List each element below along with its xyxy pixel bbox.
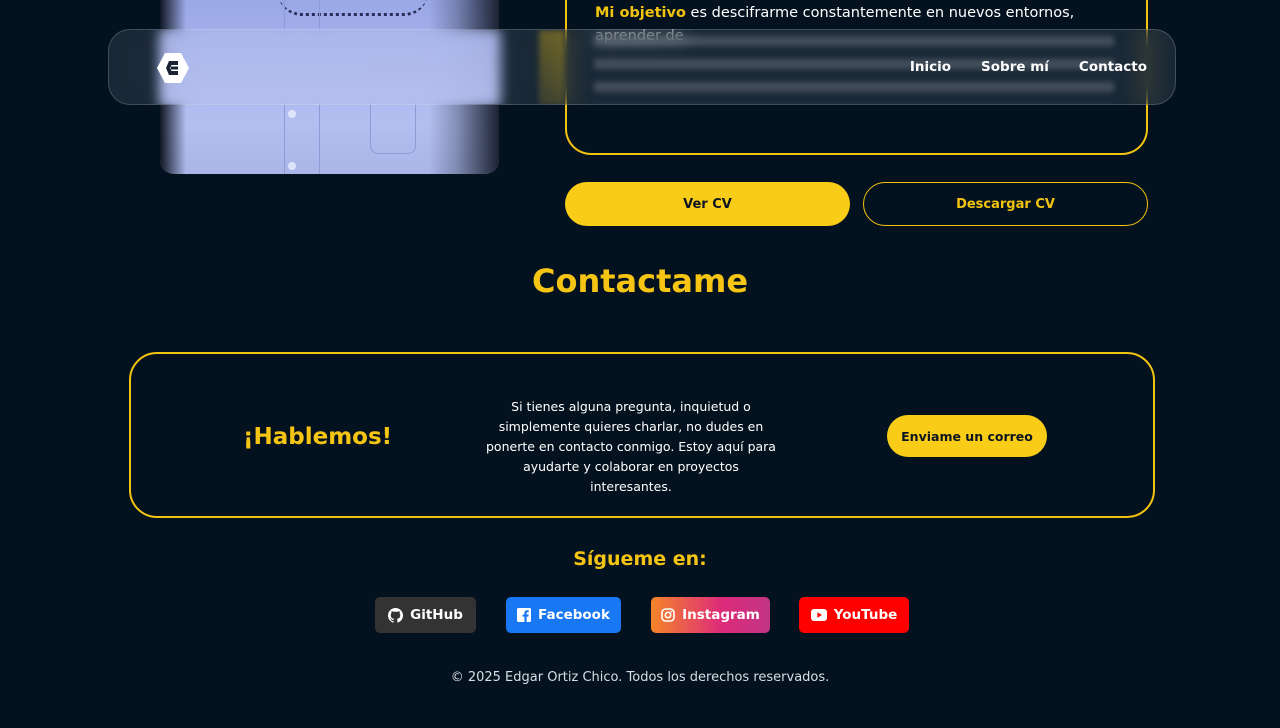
nav-contacto[interactable]: Contacto [1079, 59, 1147, 75]
nav-inicio[interactable]: Inicio [910, 59, 951, 75]
github-label: GitHub [410, 607, 463, 623]
instagram-button[interactable]: Instagram [651, 597, 770, 633]
header-backdrop-accent [539, 30, 565, 104]
contact-card-text: Si tienes alguna pregunta, inquietud o s… [486, 399, 776, 494]
header-backdrop-photo [160, 30, 500, 104]
facebook-label: Facebook [538, 607, 610, 623]
objective-highlight: Mi objetivo [595, 5, 686, 21]
contact-title: Contactame [531, 262, 749, 300]
youtube-label: YouTube [833, 607, 898, 623]
youtube-button[interactable]: YouTube [799, 597, 909, 633]
youtube-icon [810, 609, 827, 621]
github-button[interactable]: GitHub [375, 597, 476, 633]
main-nav: Inicio Sobre mí Contacto [910, 59, 1147, 75]
github-icon [388, 607, 404, 623]
view-cv-button[interactable]: Ver CV [565, 182, 850, 226]
instagram-icon [661, 608, 675, 622]
page: Mi objetivo es descifrarme constantement… [0, 0, 1280, 728]
send-email-button[interactable]: Enviame un correo [887, 415, 1047, 457]
facebook-button[interactable]: Facebook [506, 597, 621, 633]
logo-icon[interactable] [156, 52, 190, 84]
download-cv-button[interactable]: Descargar CV [863, 182, 1148, 226]
site-header: Inicio Sobre mí Contacto [108, 29, 1176, 105]
footer-copyright: © 2025 Edgar Ortiz Chico. Todos los dere… [450, 670, 830, 685]
contact-card-heading: ¡Hablemos! [243, 424, 393, 450]
nav-sobre-mi[interactable]: Sobre mí [981, 59, 1049, 75]
instagram-label: Instagram [682, 607, 760, 623]
facebook-icon [517, 608, 532, 622]
social-heading: Sígueme en: [573, 548, 707, 570]
contact-card: ¡Hablemos! Si tienes alguna pregunta, in… [129, 352, 1155, 518]
